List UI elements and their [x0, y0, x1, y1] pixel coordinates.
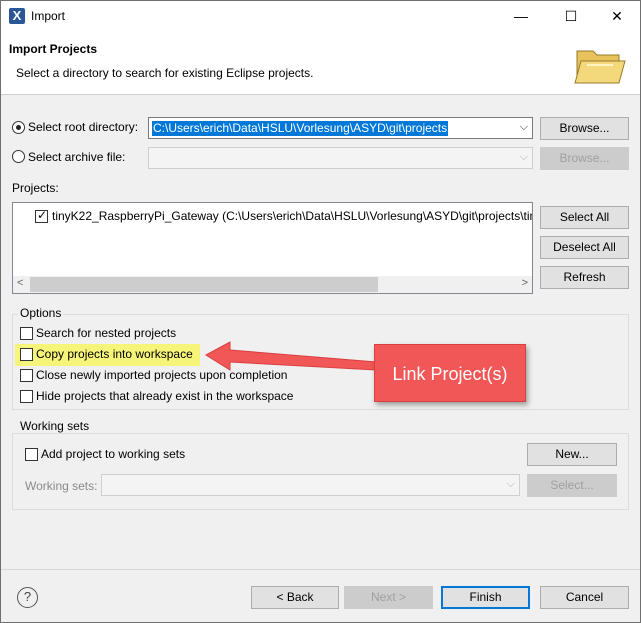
back-button[interactable]: < Back: [251, 586, 339, 609]
scrollbar-thumb[interactable]: [30, 277, 378, 292]
select-all-button[interactable]: Select All: [540, 206, 629, 229]
chevron-down-icon[interactable]: ⌵: [507, 477, 515, 491]
nested-projects-checkbox[interactable]: [20, 327, 33, 340]
copy-projects-checkbox[interactable]: [20, 348, 33, 361]
add-working-set-label[interactable]: Add project to working sets: [41, 447, 185, 461]
wizard-header: Import Projects Select a directory to se…: [1, 32, 640, 95]
horizontal-scrollbar[interactable]: < >: [13, 276, 532, 293]
scroll-right-icon[interactable]: >: [522, 277, 528, 289]
archive-file-radio[interactable]: [12, 150, 25, 163]
projects-label: Projects:: [12, 181, 59, 195]
working-sets-label: Working sets:: [25, 479, 98, 493]
deselect-all-button[interactable]: Deselect All: [540, 236, 629, 259]
hide-existing-checkbox[interactable]: [20, 390, 33, 403]
footer-divider: [1, 569, 640, 570]
root-directory-combo[interactable]: C:\Users\erich\Data\HSLU\Vorlesung\ASYD\…: [148, 117, 533, 139]
project-checkbox[interactable]: [35, 208, 48, 223]
chevron-down-icon[interactable]: ⌵: [520, 150, 528, 164]
root-directory-value: C:\Users\erich\Data\HSLU\Vorlesung\ASYD\…: [152, 121, 449, 136]
maximize-button[interactable]: ☐: [548, 1, 594, 32]
options-group-title: Options: [18, 306, 64, 320]
working-sets-combo[interactable]: ⌵: [101, 474, 520, 496]
browse-archive-button[interactable]: Browse...: [540, 147, 629, 170]
help-icon[interactable]: ?: [17, 587, 38, 608]
import-dialog: X Import — ☐ ✕ Import Projects Select a …: [0, 0, 641, 623]
nested-projects-label[interactable]: Search for nested projects: [36, 326, 176, 340]
archive-file-label: Select archive file:: [28, 150, 126, 164]
eclipse-app-icon: X: [9, 8, 25, 24]
page-description: Select a directory to search for existin…: [16, 66, 314, 80]
minimize-button[interactable]: —: [498, 1, 544, 32]
add-working-set-checkbox[interactable]: [25, 448, 38, 461]
browse-root-button[interactable]: Browse...: [540, 117, 629, 140]
next-button[interactable]: Next >: [344, 586, 433, 609]
title-bar: X Import — ☐ ✕: [1, 1, 640, 32]
select-working-set-button[interactable]: Select...: [527, 474, 617, 497]
folder-icon: [574, 50, 626, 84]
archive-file-combo[interactable]: ⌵: [148, 147, 533, 169]
close-button[interactable]: ✕: [594, 1, 640, 32]
close-imported-checkbox[interactable]: [20, 369, 33, 382]
root-directory-radio[interactable]: [12, 121, 25, 134]
new-working-set-button[interactable]: New...: [527, 443, 617, 466]
annotation-arrow-icon: [205, 341, 377, 371]
scroll-left-icon[interactable]: <: [17, 277, 23, 289]
working-sets-group-title: Working sets: [18, 419, 92, 433]
refresh-button[interactable]: Refresh: [540, 266, 629, 289]
finish-button[interactable]: Finish: [441, 586, 530, 609]
projects-list[interactable]: tinyK22_RaspberryPi_Gateway (C:\Users\er…: [12, 202, 533, 294]
annotation-callout: Link Project(s): [374, 344, 526, 402]
cancel-button[interactable]: Cancel: [540, 586, 629, 609]
window-title: Import: [31, 9, 66, 23]
chevron-down-icon[interactable]: ⌵: [520, 120, 528, 134]
page-title: Import Projects: [9, 42, 98, 56]
root-directory-label: Select root directory:: [28, 120, 139, 134]
hide-existing-label[interactable]: Hide projects that already exist in the …: [36, 389, 293, 403]
copy-projects-label[interactable]: Copy projects into workspace: [36, 347, 193, 361]
project-item-label[interactable]: tinyK22_RaspberryPi_Gateway (C:\Users\er…: [52, 209, 532, 223]
